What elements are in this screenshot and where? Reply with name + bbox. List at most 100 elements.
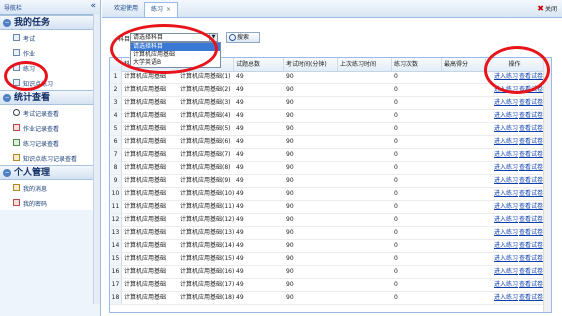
view-paper-link[interactable]: 查看试卷	[517, 227, 543, 239]
enter-practice-link[interactable]: 进入练习	[492, 110, 518, 122]
view-paper-link[interactable]: 查看试卷	[517, 214, 543, 226]
cell-no: 7	[110, 149, 122, 161]
enter-practice-link[interactable]: 进入练习	[492, 240, 518, 252]
enter-practice-link[interactable]: 进入练习	[492, 84, 518, 96]
table-row[interactable]: 18 计算机应用基础 计算机应用基础(18) 49 90 0 进入练习 查看试卷	[110, 292, 551, 305]
sidebar-item-label: 作业记录查看	[23, 126, 60, 133]
sidebar-item-knowledge-records[interactable]: 知识点练习记录查看	[0, 150, 100, 165]
table-row[interactable]: 13 计算机应用基础 计算机应用基础(13) 49 90 0 进入练习 查看试卷	[110, 227, 551, 240]
view-paper-link[interactable]: 查看试卷	[517, 253, 543, 265]
table-row[interactable]: 8 计算机应用基础 计算机应用基础(8) 49 90 0 进入练习 查看试卷	[110, 162, 551, 175]
table-row[interactable]: 1 计算机应用基础 计算机应用基础(1) 49 90 0 进入练习 查看试卷	[110, 71, 551, 84]
cell-best	[442, 188, 486, 200]
table-row[interactable]: 6 计算机应用基础 计算机应用基础(6) 49 90 0 进入练习 查看试卷	[110, 136, 551, 149]
practice-icon	[13, 64, 20, 71]
search-button[interactable]: 搜索	[226, 32, 260, 43]
column-header-last-time[interactable]: 上次练习时间	[338, 58, 392, 71]
enter-practice-link[interactable]: 进入练习	[492, 149, 518, 161]
tab-welcome[interactable]: 欢迎使用	[108, 2, 144, 17]
dropdown-option[interactable]: 请选择科目	[131, 43, 220, 51]
sidebar-item-label: 考试记录查看	[23, 111, 60, 118]
sidebar-scrollbar[interactable]	[93, 14, 100, 304]
view-paper-link[interactable]: 查看试卷	[517, 162, 543, 174]
table-row[interactable]: 7 计算机应用基础 计算机应用基础(7) 49 90 0 进入练习 查看试卷	[110, 149, 551, 162]
dropdown-option[interactable]: 计算机应用基础	[131, 51, 220, 59]
chevron-down-icon[interactable]: ▼	[209, 34, 217, 41]
column-header-total[interactable]: 试题总数	[234, 58, 284, 71]
navigation-sidebar: 导航栏 « − 我的任务 考试 作业 练习 知识点练习 − 统计查看 考试记录查…	[0, 0, 101, 316]
table-row[interactable]: 2 计算机应用基础 计算机应用基础(2) 49 90 0 进入练习 查看试卷	[110, 84, 551, 97]
view-paper-link[interactable]: 查看试卷	[517, 201, 543, 213]
view-paper-link[interactable]: 查看试卷	[517, 292, 543, 304]
section-my-tasks[interactable]: − 我的任务	[0, 15, 100, 30]
table-row[interactable]: 4 计算机应用基础 计算机应用基础(4) 49 90 0 进入练习 查看试卷	[110, 110, 551, 123]
column-header-best[interactable]: 最高得分	[442, 58, 486, 71]
enter-practice-link[interactable]: 进入练习	[492, 279, 518, 291]
enter-practice-link[interactable]: 进入练习	[492, 136, 518, 148]
section-personal[interactable]: − 个人管理	[0, 165, 100, 180]
sidebar-item-exam-records[interactable]: 考试记录查看	[0, 105, 100, 120]
enter-practice-link[interactable]: 进入练习	[492, 71, 518, 83]
sidebar-item-password[interactable]: 我的密码	[0, 195, 100, 210]
view-paper-link[interactable]: 查看试卷	[517, 123, 543, 135]
sidebar-item-label: 知识点练习	[23, 81, 54, 88]
enter-practice-link[interactable]: 进入练习	[492, 201, 518, 213]
cell-no: 13	[110, 227, 122, 239]
view-paper-link[interactable]: 查看试卷	[517, 149, 543, 161]
cell-best	[442, 123, 486, 135]
table-row[interactable]: 3 计算机应用基础 计算机应用基础(3) 49 90 0 进入练习 查看试卷	[110, 97, 551, 110]
table-row[interactable]: 14 计算机应用基础 计算机应用基础(14) 49 90 0 进入练习 查看试卷	[110, 240, 551, 253]
view-paper-link[interactable]: 查看试卷	[517, 84, 543, 96]
sidebar-item-homework[interactable]: 作业	[0, 45, 100, 60]
view-paper-link[interactable]: 查看试卷	[517, 175, 543, 187]
tab-practice[interactable]: 练习 ×	[144, 2, 179, 17]
table-row[interactable]: 9 计算机应用基础 计算机应用基础(9) 49 90 0 进入练习 查看试卷	[110, 175, 551, 188]
table-row[interactable]: 12 计算机应用基础 计算机应用基础(12) 49 90 0 进入练习 查看试卷	[110, 214, 551, 227]
view-paper-link[interactable]: 查看试卷	[517, 266, 543, 278]
enter-practice-link[interactable]: 进入练习	[492, 227, 518, 239]
sidebar-item-knowledge-practice[interactable]: 知识点练习	[0, 75, 100, 90]
enter-practice-link[interactable]: 进入练习	[492, 175, 518, 187]
enter-practice-link[interactable]: 进入练习	[492, 292, 518, 304]
subject-select[interactable]: 请选择科目 ▼	[130, 33, 218, 42]
cell-time: 90	[286, 99, 294, 106]
enter-practice-link[interactable]: 进入练习	[492, 97, 518, 109]
sidebar-item-practice-records[interactable]: 练习记录查看	[0, 135, 100, 150]
cell-no: 1	[110, 71, 122, 83]
table-scrollbar[interactable]	[543, 58, 551, 312]
cell-time: 90	[286, 242, 294, 249]
table-row[interactable]: 17 计算机应用基础 计算机应用基础(17) 49 90 0 进入练习 查看试卷	[110, 279, 551, 292]
sidebar-item-practice[interactable]: 练习	[0, 60, 100, 75]
section-statistics[interactable]: − 统计查看	[0, 90, 100, 105]
view-paper-link[interactable]: 查看试卷	[517, 136, 543, 148]
sidebar-item-homework-records[interactable]: 作业记录查看	[0, 120, 100, 135]
table-row[interactable]: 5 计算机应用基础 计算机应用基础(5) 49 90 0 进入练习 查看试卷	[110, 123, 551, 136]
sidebar-item-messages[interactable]: 我的消息	[0, 180, 100, 195]
collapse-sidebar-icon[interactable]: «	[90, 1, 96, 11]
table-row[interactable]: 10 计算机应用基础 计算机应用基础(10) 49 90 0 进入练习 查看试卷	[110, 188, 551, 201]
cell-best	[442, 292, 486, 304]
view-paper-link[interactable]: 查看试卷	[517, 279, 543, 291]
table-row[interactable]: 16 计算机应用基础 计算机应用基础(16) 49 90 0 进入练习 查看试卷	[110, 266, 551, 279]
close-button[interactable]: ✖关闭	[534, 2, 560, 15]
enter-practice-link[interactable]: 进入练习	[492, 188, 518, 200]
column-header-time[interactable]: 考试时间(分钟)	[284, 58, 338, 71]
view-paper-link[interactable]: 查看试卷	[517, 97, 543, 109]
table-row[interactable]: 11 计算机应用基础 计算机应用基础(11) 49 90 0 进入练习 查看试卷	[110, 201, 551, 214]
enter-practice-link[interactable]: 进入练习	[492, 214, 518, 226]
enter-practice-link[interactable]: 进入练习	[492, 266, 518, 278]
column-header-count[interactable]: 练习次数	[392, 58, 442, 71]
view-paper-link[interactable]: 查看试卷	[517, 188, 543, 200]
close-tab-icon[interactable]: ×	[166, 6, 171, 13]
dropdown-option[interactable]: 大学英语B	[131, 59, 220, 67]
view-paper-link[interactable]: 查看试卷	[517, 240, 543, 252]
sidebar-item-exam[interactable]: 考试	[0, 30, 100, 45]
table-row[interactable]: 15 计算机应用基础 计算机应用基础(15) 49 90 0 进入练习 查看试卷	[110, 253, 551, 266]
sidebar-item-label: 练习	[23, 66, 36, 73]
enter-practice-link[interactable]: 进入练习	[492, 253, 518, 265]
enter-practice-link[interactable]: 进入练习	[492, 162, 518, 174]
view-paper-link[interactable]: 查看试卷	[517, 71, 543, 83]
cell-name: 计算机应用基础(4)	[180, 112, 231, 119]
enter-practice-link[interactable]: 进入练习	[492, 123, 518, 135]
view-paper-link[interactable]: 查看试卷	[517, 110, 543, 122]
